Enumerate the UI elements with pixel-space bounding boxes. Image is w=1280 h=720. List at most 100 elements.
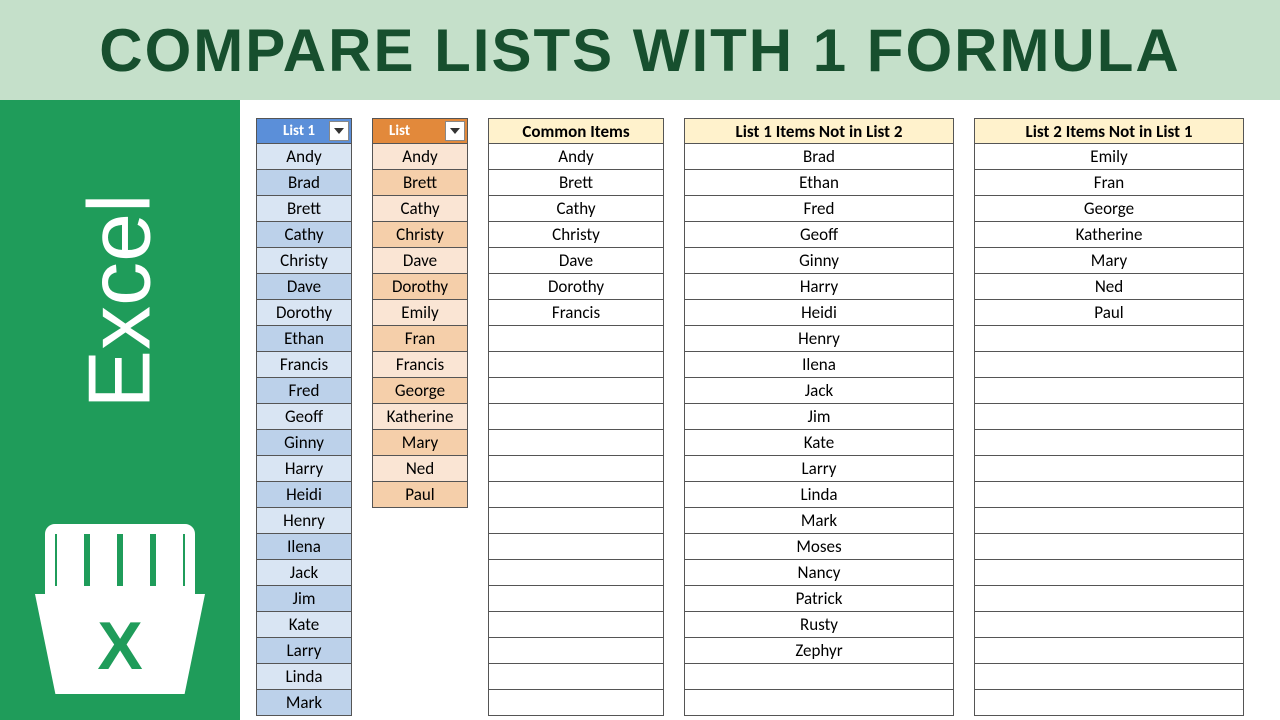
table-cell[interactable]: Dave (256, 274, 352, 300)
table-cell[interactable]: Jim (256, 586, 352, 612)
table-cell[interactable]: Mary (372, 430, 468, 456)
table-cell[interactable]: Moses (684, 534, 954, 560)
table-cell[interactable]: Ned (974, 274, 1244, 300)
list1-header[interactable]: List 1 (256, 118, 352, 144)
table-cell[interactable]: George (372, 378, 468, 404)
table-cell[interactable]: Dave (488, 248, 664, 274)
table-cell[interactable]: Jack (684, 378, 954, 404)
table-cell[interactable]: Mary (974, 248, 1244, 274)
table-cell[interactable]: Geoff (256, 404, 352, 430)
table-cell[interactable]: Andy (256, 144, 352, 170)
table-cell[interactable]: Cathy (372, 196, 468, 222)
table-cell[interactable]: Mark (684, 508, 954, 534)
table-cell[interactable] (488, 586, 664, 612)
table-cell[interactable] (974, 690, 1244, 716)
table-cell[interactable]: Francis (372, 352, 468, 378)
table-cell[interactable] (488, 404, 664, 430)
table-cell[interactable]: Christy (256, 248, 352, 274)
table-cell[interactable] (488, 638, 664, 664)
table-cell[interactable]: Ginny (684, 248, 954, 274)
table-cell[interactable]: Linda (256, 664, 352, 690)
table-cell[interactable]: Heidi (684, 300, 954, 326)
table-cell[interactable]: Katherine (974, 222, 1244, 248)
table-cell[interactable] (974, 378, 1244, 404)
table-cell[interactable] (974, 352, 1244, 378)
table-cell[interactable]: Katherine (372, 404, 468, 430)
table-cell[interactable]: Henry (256, 508, 352, 534)
table-cell[interactable]: Larry (256, 638, 352, 664)
table-cell[interactable] (974, 560, 1244, 586)
table-cell[interactable]: Fred (256, 378, 352, 404)
table-cell[interactable]: Dorothy (256, 300, 352, 326)
table-cell[interactable] (488, 482, 664, 508)
table-cell[interactable]: Brett (372, 170, 468, 196)
table-cell[interactable]: Ilena (684, 352, 954, 378)
table-cell[interactable]: George (974, 196, 1244, 222)
table-cell[interactable] (974, 586, 1244, 612)
table-cell[interactable]: Paul (372, 482, 468, 508)
table-cell[interactable] (974, 456, 1244, 482)
table-cell[interactable]: Brad (256, 170, 352, 196)
table-cell[interactable]: Cathy (256, 222, 352, 248)
table-cell[interactable] (488, 456, 664, 482)
table-cell[interactable]: Fred (684, 196, 954, 222)
table-cell[interactable]: Jim (684, 404, 954, 430)
table-cell[interactable] (974, 430, 1244, 456)
table-cell[interactable]: Harry (256, 456, 352, 482)
table-cell[interactable] (488, 664, 664, 690)
table-cell[interactable]: Dave (372, 248, 468, 274)
table-cell[interactable]: Geoff (684, 222, 954, 248)
filter-dropdown-icon[interactable] (329, 121, 349, 141)
table-cell[interactable] (488, 326, 664, 352)
table-cell[interactable]: Emily (974, 144, 1244, 170)
table-cell[interactable] (488, 534, 664, 560)
table-cell[interactable]: Mark (256, 690, 352, 716)
table-cell[interactable]: Ilena (256, 534, 352, 560)
table-cell[interactable]: Brett (256, 196, 352, 222)
table-cell[interactable]: Fran (372, 326, 468, 352)
table-cell[interactable]: Kate (256, 612, 352, 638)
table-cell[interactable]: Ginny (256, 430, 352, 456)
table-cell[interactable] (488, 612, 664, 638)
table-cell[interactable]: Francis (256, 352, 352, 378)
table-cell[interactable]: Nancy (684, 560, 954, 586)
table-cell[interactable]: Fran (974, 170, 1244, 196)
table-cell[interactable] (488, 560, 664, 586)
table-cell[interactable]: Linda (684, 482, 954, 508)
table-cell[interactable]: Patrick (684, 586, 954, 612)
table-cell[interactable] (684, 690, 954, 716)
table-cell[interactable] (974, 404, 1244, 430)
table-cell[interactable]: Larry (684, 456, 954, 482)
table-cell[interactable]: Andy (372, 144, 468, 170)
table-cell[interactable]: Kate (684, 430, 954, 456)
table-cell[interactable]: Rusty (684, 612, 954, 638)
table-cell[interactable] (974, 508, 1244, 534)
table-cell[interactable]: Ethan (256, 326, 352, 352)
table-cell[interactable] (684, 664, 954, 690)
table-cell[interactable] (974, 638, 1244, 664)
table-cell[interactable]: Ned (372, 456, 468, 482)
table-cell[interactable]: Cathy (488, 196, 664, 222)
table-cell[interactable] (974, 612, 1244, 638)
table-cell[interactable]: Francis (488, 300, 664, 326)
table-cell[interactable]: Zephyr (684, 638, 954, 664)
table-cell[interactable]: Paul (974, 300, 1244, 326)
table-cell[interactable]: Dorothy (372, 274, 468, 300)
list2-header[interactable]: List (372, 118, 468, 144)
table-cell[interactable]: Heidi (256, 482, 352, 508)
table-cell[interactable]: Christy (372, 222, 468, 248)
filter-dropdown-icon[interactable] (445, 121, 465, 141)
table-cell[interactable]: Harry (684, 274, 954, 300)
table-cell[interactable] (488, 352, 664, 378)
table-cell[interactable] (488, 378, 664, 404)
table-cell[interactable]: Brad (684, 144, 954, 170)
table-cell[interactable]: Jack (256, 560, 352, 586)
table-cell[interactable] (488, 690, 664, 716)
table-cell[interactable]: Dorothy (488, 274, 664, 300)
table-cell[interactable]: Ethan (684, 170, 954, 196)
table-cell[interactable]: Emily (372, 300, 468, 326)
table-cell[interactable]: Henry (684, 326, 954, 352)
table-cell[interactable]: Brett (488, 170, 664, 196)
table-cell[interactable] (488, 430, 664, 456)
table-cell[interactable]: Christy (488, 222, 664, 248)
